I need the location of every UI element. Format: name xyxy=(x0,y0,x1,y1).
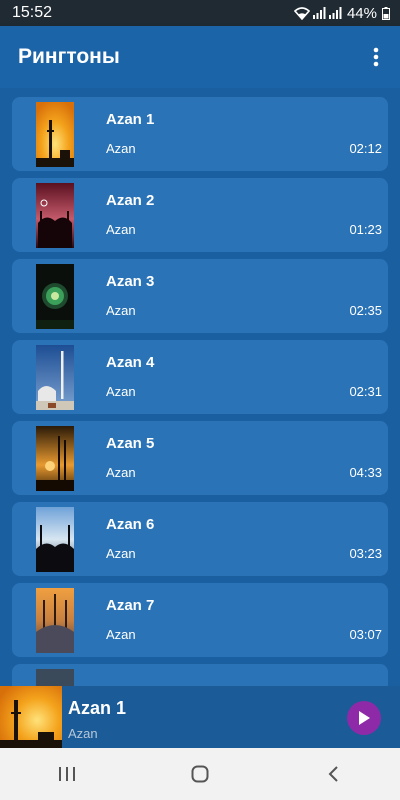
play-button[interactable] xyxy=(347,701,381,735)
ringtone-thumbnail xyxy=(36,183,74,248)
signal-icon xyxy=(312,7,326,19)
more-options-button[interactable] xyxy=(366,45,386,69)
ringtone-thumbnail xyxy=(36,264,74,329)
status-bar: 15:52 44% xyxy=(0,0,400,26)
ringtone-item-partial[interactable] xyxy=(12,664,388,686)
recent-apps-button[interactable] xyxy=(37,754,97,794)
ringtone-thumbnail xyxy=(36,426,74,491)
ringtone-title: Azan 5 xyxy=(106,435,155,452)
ringtone-artist: Azan xyxy=(106,546,136,561)
ringtone-duration: 03:23 xyxy=(349,546,382,561)
more-vert-icon xyxy=(373,47,379,67)
home-button[interactable] xyxy=(170,754,230,794)
back-button[interactable] xyxy=(303,754,363,794)
ringtone-item[interactable]: Azan 1 Azan 02:12 xyxy=(12,97,388,171)
signal-icon xyxy=(328,7,342,19)
status-time: 15:52 xyxy=(12,4,53,21)
system-nav-bar xyxy=(0,748,400,800)
ringtone-thumbnail xyxy=(36,102,74,167)
player-thumbnail xyxy=(0,686,62,748)
ringtone-title: Azan 4 xyxy=(106,354,155,371)
ringtone-title: Azan 1 xyxy=(106,111,155,128)
status-icons xyxy=(293,6,342,20)
ringtone-item[interactable]: Azan 7 Azan 03:07 xyxy=(12,583,388,657)
ringtone-list[interactable]: Azan 1 Azan 02:12 Azan 2 Azan 01:23 Azan… xyxy=(0,88,400,686)
player-title: Azan 1 xyxy=(68,698,127,718)
ringtone-artist: Azan xyxy=(106,384,136,399)
ringtone-thumbnail xyxy=(36,588,74,653)
ringtone-artist: Azan xyxy=(106,627,136,642)
ringtone-duration: 03:07 xyxy=(349,627,382,642)
wifi-icon xyxy=(293,7,310,20)
app-bar: Рингтоны xyxy=(0,26,400,88)
ringtone-title: Azan 2 xyxy=(106,192,155,209)
ringtone-duration: 02:35 xyxy=(349,303,382,318)
ringtone-title: Azan 6 xyxy=(106,516,155,533)
status-right: 44% xyxy=(293,4,390,22)
ringtone-duration: 04:33 xyxy=(349,465,382,480)
ringtone-title: Azan 3 xyxy=(106,273,155,290)
page-title: Рингтоны xyxy=(18,45,120,68)
ringtone-item[interactable]: Azan 4 Azan 02:31 xyxy=(12,340,388,414)
ringtone-item[interactable]: Azan 6 Azan 03:23 xyxy=(12,502,388,576)
ringtone-artist: Azan xyxy=(106,465,136,480)
ringtone-duration: 01:23 xyxy=(349,222,382,237)
play-icon xyxy=(359,711,370,725)
battery-icon xyxy=(382,6,390,20)
back-icon xyxy=(328,766,339,782)
ringtone-item[interactable]: Azan 2 Azan 01:23 xyxy=(12,178,388,252)
ringtone-thumbnail xyxy=(36,507,74,572)
player-subtitle: Azan xyxy=(68,726,98,741)
ringtone-artist: Azan xyxy=(106,303,136,318)
ringtone-artist: Azan xyxy=(106,222,136,237)
battery-percent: 44% xyxy=(346,4,377,22)
ringtone-artist: Azan xyxy=(106,141,136,156)
ringtone-item[interactable]: Azan 3 Azan 02:35 xyxy=(12,259,388,333)
ringtone-duration: 02:12 xyxy=(349,141,382,156)
ringtone-title: Azan 7 xyxy=(106,597,155,614)
home-icon xyxy=(191,765,209,783)
ringtone-thumbnail xyxy=(36,669,74,686)
ringtone-duration: 02:31 xyxy=(349,384,382,399)
ringtone-thumbnail xyxy=(36,345,74,410)
ringtone-item[interactable]: Azan 5 Azan 04:33 xyxy=(12,421,388,495)
mini-player[interactable]: Azan 1 Azan xyxy=(0,686,400,748)
recent-apps-icon xyxy=(58,767,75,781)
